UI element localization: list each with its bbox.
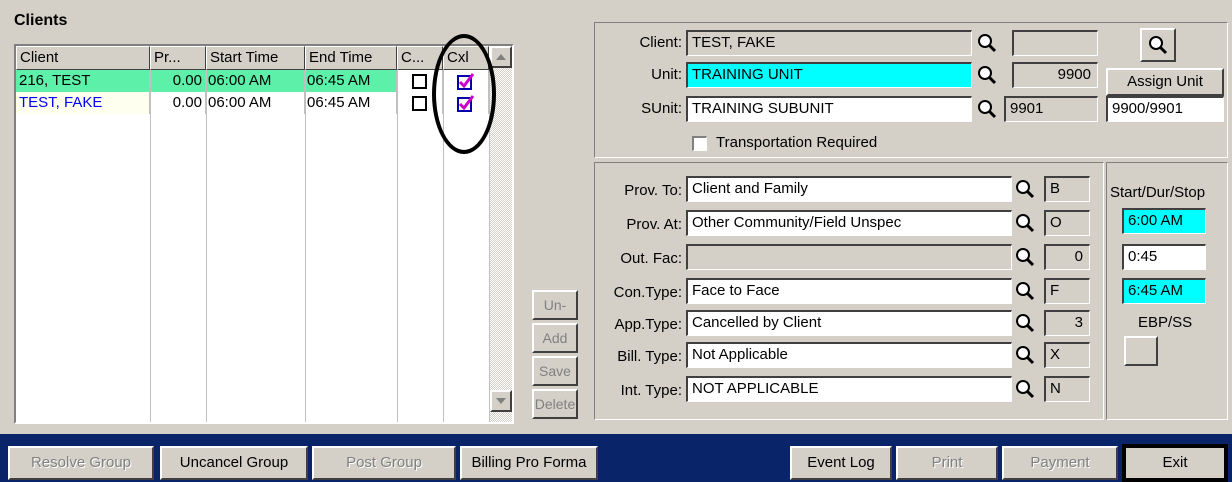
start-dur-stop-label: Start/Dur/Stop	[1110, 184, 1206, 201]
bill-type-code: X	[1044, 342, 1090, 368]
stop-time-field[interactable]: 6:45 AM	[1122, 278, 1206, 304]
clients-title: Clients	[14, 12, 68, 29]
cell-end: 06:45 AM	[305, 70, 397, 92]
app-type-search-icon[interactable]	[1012, 312, 1038, 334]
grid-divider	[206, 70, 207, 422]
cell-client: 216, TEST	[16, 70, 150, 92]
unit-field[interactable]: TRAINING UNIT	[686, 62, 972, 88]
scroll-up-button[interactable]	[490, 46, 512, 68]
assign-unit-field[interactable]: 9900/9901	[1106, 96, 1224, 122]
bill-type-search-icon[interactable]	[1012, 344, 1038, 366]
annotation-circle	[432, 34, 496, 154]
search-icon	[1149, 36, 1168, 55]
grid-divider	[305, 70, 306, 422]
col-start-time[interactable]: Start Time	[206, 46, 305, 70]
sunit-field[interactable]: TRAINING SUBUNIT	[686, 96, 972, 122]
sunit-label: SUnit:	[641, 100, 682, 117]
assign-unit-button[interactable]: Assign Unit	[1106, 68, 1224, 96]
int-type-label: Int. Type:	[620, 382, 682, 399]
arrow-up-icon	[496, 54, 506, 60]
prov-at-label: Prov. At:	[626, 216, 682, 233]
prov-to-label: Prov. To:	[624, 182, 682, 199]
cell-pr: 0.00	[150, 70, 206, 92]
con-type-label: Con.Type:	[613, 284, 682, 301]
out-fac-label: Out. Fac:	[620, 250, 682, 267]
out-fac-code: 0	[1044, 244, 1090, 270]
unit-label: Unit:	[651, 66, 682, 83]
exit-button[interactable]: Exit	[1122, 444, 1228, 482]
bill-type-field[interactable]: Not Applicable	[686, 342, 1012, 368]
con-type-search-icon[interactable]	[1012, 280, 1038, 302]
grid-divider	[397, 70, 398, 422]
client-code-field	[1012, 30, 1098, 56]
start-time-field[interactable]: 6:00 AM	[1122, 208, 1206, 234]
bill-type-label: Bill. Type:	[617, 348, 682, 365]
print-button[interactable]: Print	[896, 446, 998, 480]
delete-button[interactable]: Delete	[532, 389, 578, 419]
ebp-ss-button[interactable]	[1124, 336, 1158, 366]
app-type-field[interactable]: Cancelled by Client	[686, 310, 1012, 336]
app-type-code: 3	[1044, 310, 1090, 336]
ebp-ss-label: EBP/SS	[1138, 314, 1193, 331]
save-button[interactable]: Save	[532, 356, 578, 386]
con-type-code: F	[1044, 278, 1090, 304]
uncancel-group-button[interactable]: Uncancel Group	[160, 446, 308, 480]
prov-at-search-icon[interactable]	[1012, 212, 1038, 234]
col-client[interactable]: Client	[16, 46, 150, 70]
cell-pr: 0.00	[150, 92, 206, 114]
billing-pro-forma-button[interactable]: Billing Pro Forma	[460, 446, 598, 480]
cell-start: 06:00 AM	[206, 92, 305, 114]
arrow-down-icon	[496, 398, 506, 404]
client-lookup-button[interactable]	[1140, 28, 1176, 62]
unit-search-icon[interactable]	[974, 64, 1000, 86]
resolve-group-button[interactable]: Resolve Group	[8, 446, 154, 480]
duration-field[interactable]: 0:45	[1122, 244, 1206, 270]
transportation-label[interactable]: Transportation Required	[716, 134, 877, 151]
con-type-field[interactable]: Face to Face	[686, 278, 1012, 304]
transportation-checkbox[interactable]	[692, 136, 707, 151]
prov-at-field[interactable]: Other Community/Field Unspec	[686, 210, 1012, 236]
client-field[interactable]: TEST, FAKE	[686, 30, 972, 56]
client-label: Client:	[639, 34, 682, 51]
app-type-label: App.Type:	[614, 316, 682, 333]
event-log-button[interactable]: Event Log	[790, 446, 892, 480]
sunit-search-icon[interactable]	[974, 98, 1000, 120]
int-type-code: N	[1044, 376, 1090, 402]
payment-button[interactable]: Payment	[1002, 446, 1118, 480]
out-fac-search-icon[interactable]	[1012, 246, 1038, 268]
cell-end: 06:45 AM	[305, 92, 397, 114]
uncxl-button[interactable]: Un-Cxl	[532, 290, 578, 339]
prov-to-code: B	[1044, 176, 1090, 202]
post-group-button[interactable]: Post Group	[312, 446, 456, 480]
int-type-field[interactable]: NOT APPLICABLE	[686, 376, 1012, 402]
scroll-down-button[interactable]	[490, 390, 512, 412]
cell-client: TEST, FAKE	[16, 92, 150, 114]
prov-at-code: O	[1044, 210, 1090, 236]
add-button[interactable]: Add	[532, 323, 578, 353]
cell-start: 06:00 AM	[206, 70, 305, 92]
int-type-search-icon[interactable]	[1012, 378, 1038, 400]
sunit-code-field: 9901	[1004, 96, 1098, 122]
col-end-time[interactable]: End Time	[305, 46, 397, 70]
unit-code-field: 9900	[1012, 62, 1098, 88]
grid-divider	[150, 70, 151, 422]
col-pr[interactable]: Pr...	[150, 46, 206, 70]
c-checkbox[interactable]	[412, 95, 427, 111]
prov-to-field[interactable]: Client and Family	[686, 176, 1012, 202]
out-fac-field[interactable]	[686, 244, 1012, 270]
client-search-icon[interactable]	[974, 32, 1000, 54]
prov-to-search-icon[interactable]	[1012, 178, 1038, 200]
c-checkbox[interactable]	[412, 73, 427, 89]
